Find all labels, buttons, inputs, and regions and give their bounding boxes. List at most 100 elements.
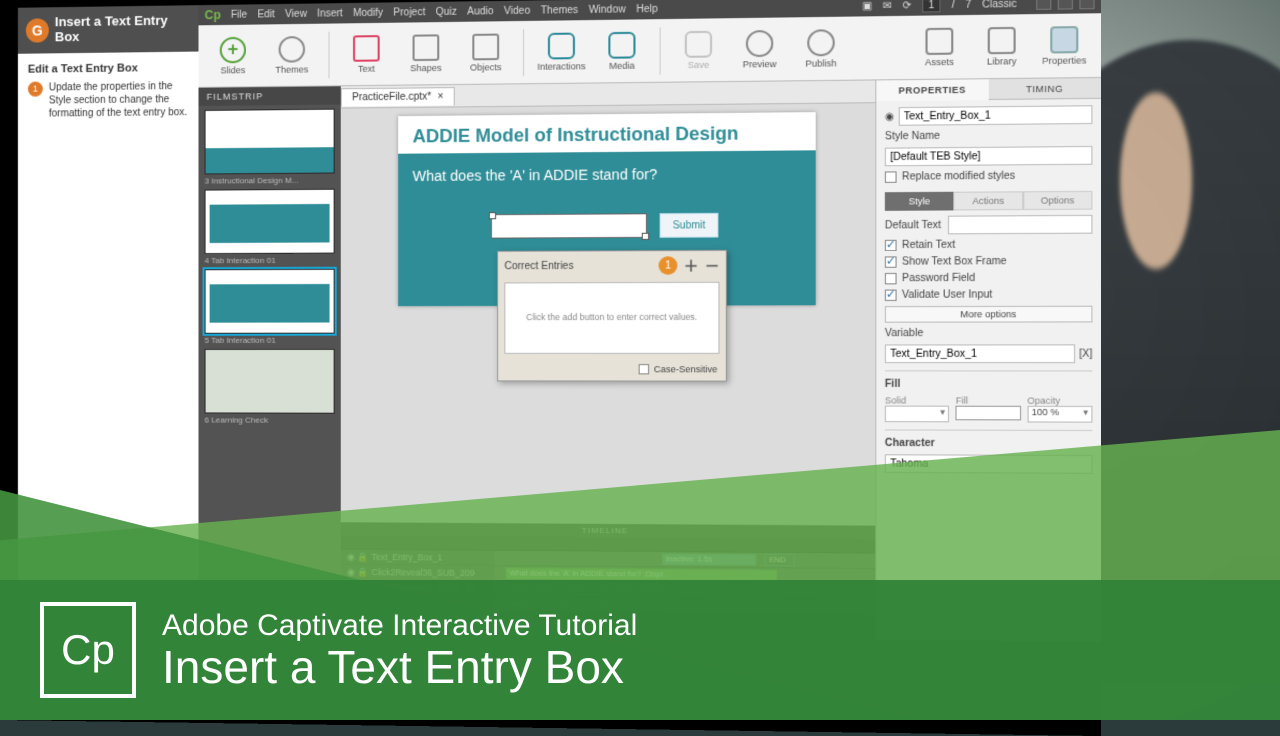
ribbon-slides-button[interactable]: Slides [205, 28, 262, 83]
retain-text-checkbox[interactable]: Retain Text [885, 239, 1093, 251]
ribbon-shapes-button[interactable]: Shapes [397, 25, 455, 81]
menu-project[interactable]: Project [393, 7, 425, 19]
timeline-row-label: ◉🔒 Tab Interaction [341, 595, 495, 611]
correct-entries-popup: Correct Entries 1 ＋ － Click the add butt… [497, 250, 727, 382]
ribbon-assets-button[interactable]: Assets [909, 19, 969, 76]
case-sensitive-checkbox[interactable] [639, 364, 649, 374]
ribbon-library-button[interactable]: Library [972, 18, 1032, 75]
menu-window[interactable]: Window [589, 4, 626, 16]
variable-clear-icon[interactable]: [X] [1079, 348, 1092, 359]
menu-help[interactable]: Help [636, 3, 658, 15]
submit-button[interactable]: Submit [660, 213, 719, 238]
character-section-header: Character [885, 438, 1093, 450]
slide-current[interactable]: 1 [922, 0, 941, 12]
ribbon-objects-button[interactable]: Objects [457, 25, 515, 81]
filmstrip-thumb[interactable]: 4 Tab Interaction 01 [205, 189, 335, 266]
menu-edit[interactable]: Edit [257, 9, 275, 20]
tutorial-sidebar: G Insert a Text Entry Box Edit a Text En… [18, 5, 199, 632]
font-dropdown[interactable] [885, 454, 1093, 474]
window-maximize-icon[interactable] [1058, 0, 1073, 10]
timeline-segment[interactable]: Inactive: 1.5s [662, 553, 757, 566]
more-options-button[interactable]: More options [885, 306, 1093, 323]
opacity-field[interactable]: 100 % [1027, 406, 1092, 423]
toolbar-sync-icon[interactable]: ⟳ [902, 0, 911, 11]
ribbon-interactions-button[interactable]: Interactions [532, 24, 590, 80]
default-text-label: Default Text [885, 219, 941, 231]
filmstrip-thumb[interactable]: 6 Learning Check [205, 349, 335, 425]
tutorial-step-text: Update the properties in the Style secti… [49, 80, 189, 121]
remove-entry-icon[interactable]: － [705, 255, 720, 276]
timeline-end-marker: END [765, 554, 795, 567]
add-entry-icon[interactable]: ＋ [684, 255, 699, 276]
default-text-field[interactable] [948, 215, 1093, 235]
tab-properties[interactable]: PROPERTIES [876, 79, 988, 101]
visibility-eye-icon[interactable]: ◉ [885, 111, 894, 122]
fill-section-header: Fill [885, 379, 1093, 391]
fill-type-dropdown[interactable] [885, 406, 950, 423]
ribbon-media-button[interactable]: Media [593, 23, 652, 79]
tutorial-title: Insert a Text Entry Box [55, 13, 191, 45]
window-minimize-icon[interactable] [1036, 0, 1051, 10]
ribbon-toolbar: Slides Themes Text Shapes Objects Intera… [198, 13, 1101, 88]
slide-total: 7 [965, 0, 971, 10]
slide-sep: / [952, 0, 955, 11]
menu-quiz[interactable]: Quiz [436, 6, 457, 17]
timeline-row-label: ◉🔒 Text_Entry_Box_1 [341, 550, 495, 565]
show-frame-checkbox[interactable]: Show Text Box Frame [885, 256, 1093, 268]
timeline-segment[interactable]: ADDIE Model of Instructional Design :Dis… [505, 582, 777, 597]
slide-question: What does the 'A' in ADDIE stand for? [413, 165, 801, 184]
popup-hint: Click the add button to enter correct va… [504, 282, 719, 354]
menu-insert[interactable]: Insert [317, 8, 343, 19]
menu-video[interactable]: Video [504, 5, 530, 17]
timeline-segment[interactable]: Tab Int...f1_2-assets-01:1.5s [505, 598, 777, 613]
timeline-row-label: ◉🔒 Click2Reveal36_SUB_209 [341, 565, 495, 581]
replace-styles-checkbox[interactable]: Replace modified styles [885, 170, 1093, 183]
fill-color-label: Fill [956, 395, 1021, 406]
filmstrip-thumb[interactable]: 3 Instructional Design M... [205, 109, 335, 186]
menu-modify[interactable]: Modify [353, 7, 383, 19]
ribbon-text-button[interactable]: Text [338, 26, 395, 81]
workspace-dropdown[interactable]: Classic [982, 0, 1017, 10]
popup-callout-badge: 1 [659, 256, 678, 275]
menu-view[interactable]: View [285, 8, 307, 19]
validate-checkbox[interactable]: Validate User Input [885, 289, 1093, 301]
captivate-app: Cp File Edit View Insert Modify Project … [198, 0, 1101, 642]
monitor-bezel: G Insert a Text Entry Box Edit a Text En… [0, 0, 1101, 736]
subtab-options[interactable]: Options [1023, 191, 1093, 210]
timeline-row-label: ◉🔒 Click2Reveal36_TITLE_49 [341, 580, 495, 596]
slide-title: ADDIE Model of Instructional Design [398, 112, 816, 154]
menu-audio[interactable]: Audio [467, 6, 493, 18]
toolbar-mail-icon[interactable]: ✉ [883, 0, 892, 11]
filmstrip-thumb-selected[interactable]: 5 Tab Interaction 01 [205, 269, 335, 345]
object-name-field[interactable] [898, 105, 1092, 126]
tutorial-step-number: 1 [28, 81, 43, 96]
tab-timing[interactable]: TIMING [988, 78, 1101, 100]
document-tab[interactable]: PracticeFile.cptx* × [341, 87, 455, 106]
ribbon-preview-button[interactable]: Preview [730, 21, 789, 77]
opacity-label: Opacity [1027, 395, 1092, 406]
toolbar-record-icon[interactable]: ▣ [862, 0, 872, 12]
app-logo: Cp [205, 8, 221, 22]
popup-title: Correct Entries [504, 260, 573, 271]
window-close-icon[interactable] [1079, 0, 1094, 9]
timeline-segment[interactable]: What does the 'A' in ADDIE stand for? :D… [505, 567, 777, 582]
slide: ADDIE Model of Instructional Design What… [398, 112, 816, 306]
ribbon-save-button: Save [669, 22, 728, 78]
ribbon-properties-button[interactable]: Properties [1034, 17, 1095, 74]
password-checkbox[interactable]: Password Field [885, 272, 1093, 284]
subtab-style[interactable]: Style [885, 192, 954, 211]
close-tab-icon[interactable]: × [437, 91, 443, 102]
ribbon-themes-button[interactable]: Themes [263, 27, 320, 82]
subtab-actions[interactable]: Actions [954, 191, 1023, 210]
menu-file[interactable]: File [231, 9, 247, 20]
variable-dropdown[interactable] [885, 344, 1075, 363]
text-entry-box[interactable] [491, 213, 647, 238]
slide-canvas[interactable]: ADDIE Model of Instructional Design What… [341, 103, 875, 525]
case-sensitive-label: Case-Sensitive [654, 364, 718, 374]
ribbon-publish-button[interactable]: Publish [791, 20, 850, 77]
variable-label: Variable [885, 328, 1093, 340]
fill-color-swatch[interactable] [956, 406, 1021, 421]
style-name-dropdown[interactable] [885, 146, 1093, 166]
filmstrip-header: FILMSTRIP [198, 86, 340, 106]
menu-themes[interactable]: Themes [541, 4, 579, 16]
